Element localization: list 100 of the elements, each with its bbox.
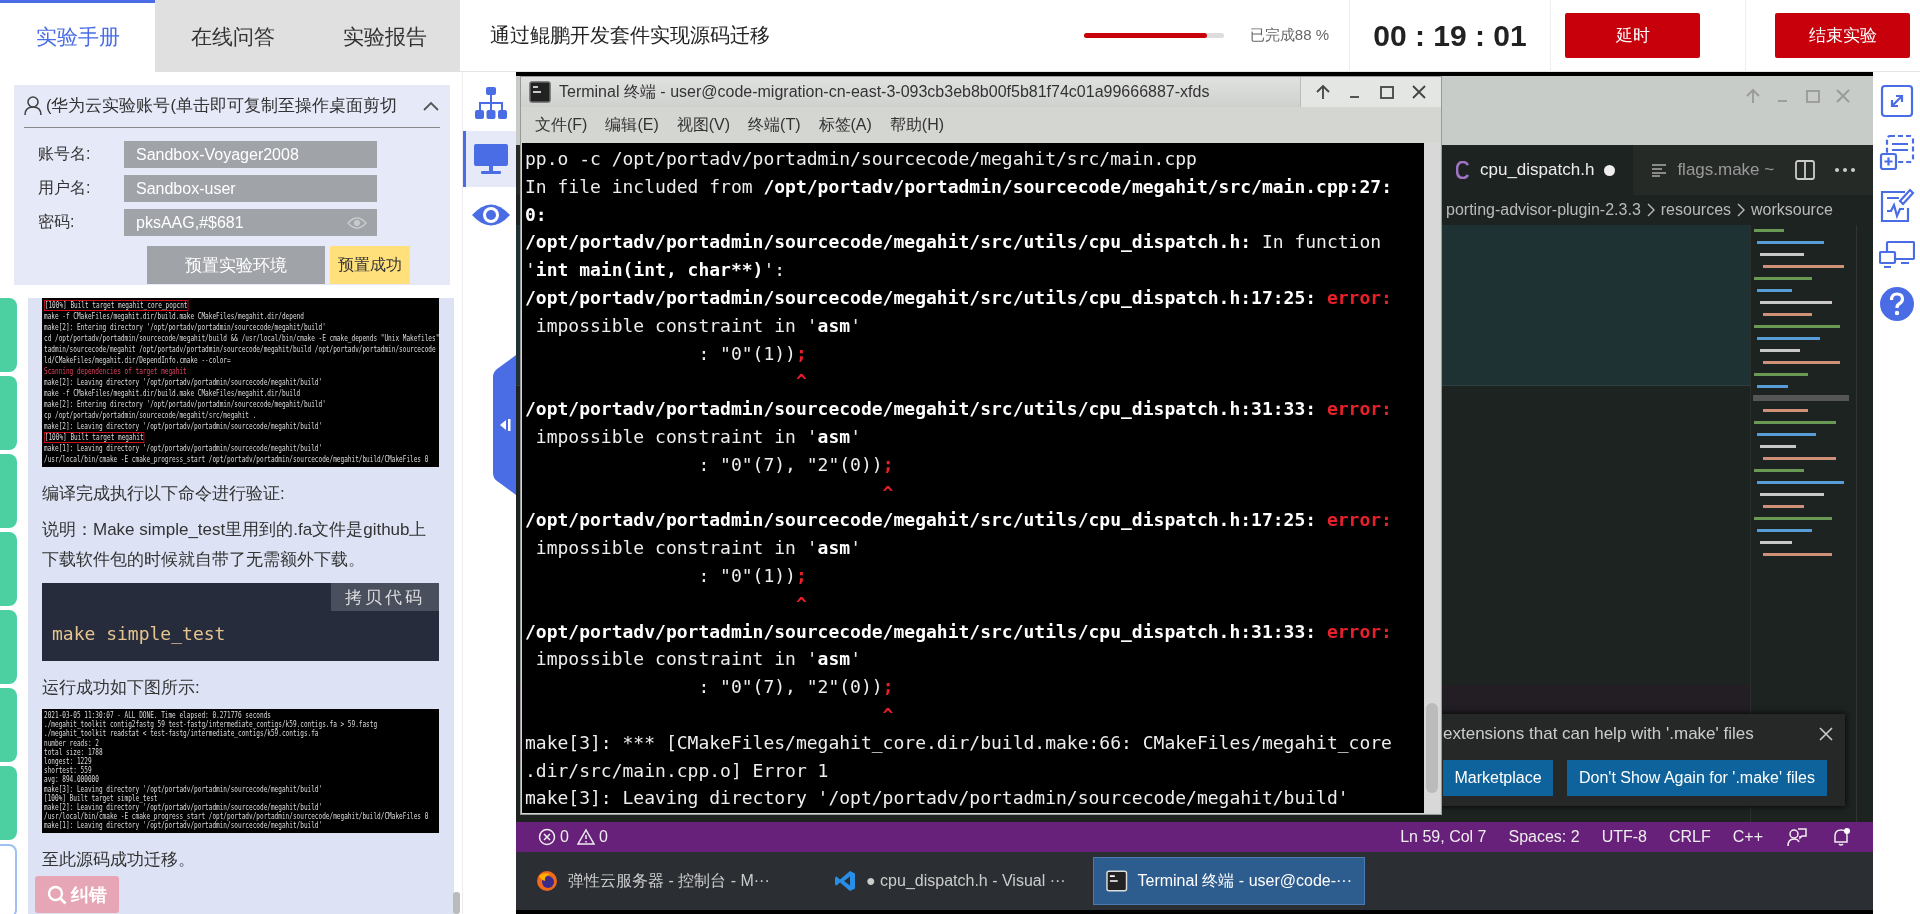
terminal-line: /opt/portadv/portadmin/sourcecode/megahit/src/utils/cpu_dispatch.h:31:33: error: xyxy=(525,619,1393,644)
terminal-line: make[3]: *** [CMakeFiles/megahit_core.dir/build.make:66: CMakeFiles/megahit_core xyxy=(525,730,1393,755)
status-item[interactable]: Spaces: 2 xyxy=(1508,828,1580,846)
editor-tab[interactable]: flags.make ~ xyxy=(1633,145,1793,195)
status-badge: 预置成功 xyxy=(330,246,410,284)
chapter-marker[interactable] xyxy=(0,454,17,528)
chapter-marker[interactable] xyxy=(0,610,17,684)
chapter-marker[interactable] xyxy=(0,532,17,606)
monitor-icon xyxy=(473,143,509,175)
terminal-output-line: make[2]: Leaving directory '/opt/portadv/portadmin/sourcecode/megahit/build' xyxy=(44,377,323,388)
chapter-marker[interactable] xyxy=(0,844,17,914)
chevron-icon[interactable] xyxy=(422,100,440,112)
bell-icon[interactable] xyxy=(1831,827,1851,847)
status-item[interactable]: UTF-8 xyxy=(1601,828,1647,846)
field-label: 用户名: xyxy=(38,178,92,198)
terminal-line: : "0"(1)); xyxy=(697,341,808,366)
collapse-handle[interactable] xyxy=(493,355,516,495)
help-icon[interactable] xyxy=(1878,286,1915,322)
terminal-line: impossible constraint in 'asm' xyxy=(534,424,862,449)
terminal-output-line: ld/CMakeFiles/megahit.dir/DependInfo.cmake --color= xyxy=(44,355,231,366)
notification-action[interactable]: Marketplace xyxy=(1443,760,1553,796)
notification-message: extensions that can help with '.make' files xyxy=(1443,724,1754,744)
terminal-output-line: make[2]: Leaving directory '/opt/portadv/portadmin/sourcecode/megahit/build' xyxy=(44,421,323,432)
terminal-line: /opt/portadv/portadmin/sourcecode/megahit/src/utils/cpu_dispatch.h:31:33: error: xyxy=(525,397,1393,422)
progress-label: 已完成88 % xyxy=(1249,26,1329,45)
up-arrow-icon[interactable] xyxy=(1315,84,1331,100)
monitors-icon[interactable] xyxy=(1878,240,1915,270)
terminal-output-line: ./megahit_toolkit readstat < test-fastg/intermediate_contigs/k59.contigs.fa xyxy=(44,729,319,739)
warning-icon xyxy=(576,828,595,846)
status-item[interactable]: CRLF xyxy=(1668,828,1711,846)
terminal-output-line: make[2]: Leaving directory '/opt/portadv/portadmin/sourcecode/megahit/build' xyxy=(44,803,323,813)
chapter-marker[interactable] xyxy=(0,688,17,762)
terminal-output-line: [100%] Built target simple_test xyxy=(44,793,158,804)
copy-code-button[interactable]: 拷贝代码 xyxy=(331,583,439,611)
scrollbar-thumb[interactable] xyxy=(1426,703,1438,793)
menu-item[interactable]: 标签(A) xyxy=(812,114,884,136)
terminal-output-line: make[2]: Entering directory '/opt/portadv/portadmin/sourcecode/megahit/build' xyxy=(44,322,326,333)
terminal-output-line: make -f CMakeFiles/megahit.dir/build.make CMakeFiles/megahit.dir/depend xyxy=(44,311,304,322)
chapter-marker[interactable] xyxy=(0,376,17,450)
close-icon[interactable] xyxy=(1411,84,1427,100)
terminal-line: ^ xyxy=(794,591,808,616)
problems-button[interactable]: 0 0 xyxy=(538,828,608,846)
edit-chart-icon[interactable] xyxy=(1878,188,1915,224)
terminal-line: ^ xyxy=(794,369,808,394)
maximize-icon[interactable] xyxy=(1379,84,1395,100)
chapter-marker[interactable] xyxy=(0,766,17,840)
taskbar-item[interactable]: ● cpu_dispatch.h - Visual ··· xyxy=(822,857,1087,905)
chapter-marker[interactable] xyxy=(0,298,17,372)
notification-action[interactable]: Don't Show Again for '.make' files xyxy=(1567,760,1827,796)
instruction-text: 至此源码成功迁移。 xyxy=(42,848,196,871)
terminal-line: In file included from /opt/portadv/portadmin/sourcecode/megahit/src/main.cpp:27: xyxy=(525,174,1393,199)
menu-item[interactable]: 终端(T) xyxy=(742,114,813,136)
status-item[interactable]: C++ xyxy=(1732,828,1763,846)
instruction-text: 运行成功如下图所示: xyxy=(42,677,201,699)
terminal-output-line: total size: 1788 xyxy=(44,747,103,757)
extend-button[interactable]: 延时 xyxy=(1565,13,1700,58)
terminal-line: /opt/portadv/portadmin/sourcecode/megahit/src/utils/cpu_dispatch.h:17:25: error: xyxy=(525,508,1393,533)
terminal-line: 0: xyxy=(525,202,548,227)
breadcrumb-item[interactable]: porting-advisor-plugin-2.3.3 xyxy=(1446,201,1641,219)
breadcrumb-item[interactable]: worksource xyxy=(1751,201,1833,219)
terminal-output-line: number reads: 2 xyxy=(44,738,99,748)
instruction-text: 编译完成执行以下命令进行验证: xyxy=(42,483,286,505)
feedback-icon[interactable] xyxy=(1787,827,1807,847)
chevron-right-icon xyxy=(1737,203,1746,217)
breadcrumb-item[interactable]: resources xyxy=(1660,201,1732,219)
more-icon[interactable] xyxy=(1835,168,1855,172)
terminal-line: make[3]: Leaving directory '/opt/portadv/portadmin/sourcecode/megahit/build' xyxy=(525,786,1350,811)
tool-tab[interactable] xyxy=(463,131,516,187)
terminal-line: /opt/portadv/portadmin/sourcecode/megahit/src/utils/cpu_dispatch.h:17:25: error: xyxy=(525,286,1393,310)
terminal-line: ^ xyxy=(881,480,895,505)
terminal-output-line: 2021-03-05 11:30:07 - ALL DONE. Time elapsed: 0.271776 seconds xyxy=(44,711,271,721)
capture-add-icon[interactable] xyxy=(1878,134,1915,172)
terminal-line: 'int main(int, char**)': xyxy=(525,258,787,283)
nav-tab[interactable]: 实验报告 xyxy=(310,0,460,72)
field-label: 账号名: xyxy=(38,144,92,164)
code-editor-icon xyxy=(834,870,856,892)
menu-item[interactable]: 帮助(H) xyxy=(883,114,957,136)
expand-icon[interactable] xyxy=(1879,84,1914,118)
status-item[interactable]: Ln 59, Col 7 xyxy=(1400,828,1487,846)
terminal-output-line: longest: 1229 xyxy=(44,757,92,767)
end-lab-button[interactable]: 结束实验 xyxy=(1775,13,1910,58)
terminal-line: /opt/portadv/portadmin/sourcecode/megahit/src/utils/cpu_dispatch.h: In function xyxy=(525,230,1383,255)
taskbar-item[interactable]: 弹性云服务器 - 控制台 - M··· xyxy=(524,857,816,905)
terminal-output-line: make[1]: Leaving directory '/opt/portadv/portadmin/sourcecode/megahit/build' xyxy=(44,821,323,831)
taskbar-item[interactable]: Terminal 终端 - user@code-··· xyxy=(1093,857,1365,905)
split-editor-icon[interactable] xyxy=(1795,160,1815,180)
browser-icon xyxy=(536,870,558,892)
terminal-line: ^ xyxy=(881,702,895,727)
scrollbar-thumb[interactable] xyxy=(453,892,460,914)
c-file-icon xyxy=(1456,161,1470,179)
menu-item[interactable]: 文件(F) xyxy=(529,114,600,136)
menu-item[interactable]: 编辑(E) xyxy=(599,114,671,136)
terminal-line: .dir/src/main.cpp.o] Error 1 xyxy=(525,758,830,783)
menu-item[interactable]: 视图(V) xyxy=(670,114,743,136)
nav-tab[interactable]: 实验手册 xyxy=(0,0,155,72)
user-icon xyxy=(24,96,42,116)
nav-tab[interactable]: 在线问答 xyxy=(155,0,310,72)
lines-icon xyxy=(1651,163,1668,177)
window-title: Terminal 终端 - user@code-migration-cn-east-3-093cb3eb8b00f5b81f74c01a99666887-xfds xyxy=(559,81,1211,102)
lab-title: 通过鲲鹏开发套件实现源码迁移 xyxy=(489,23,771,48)
